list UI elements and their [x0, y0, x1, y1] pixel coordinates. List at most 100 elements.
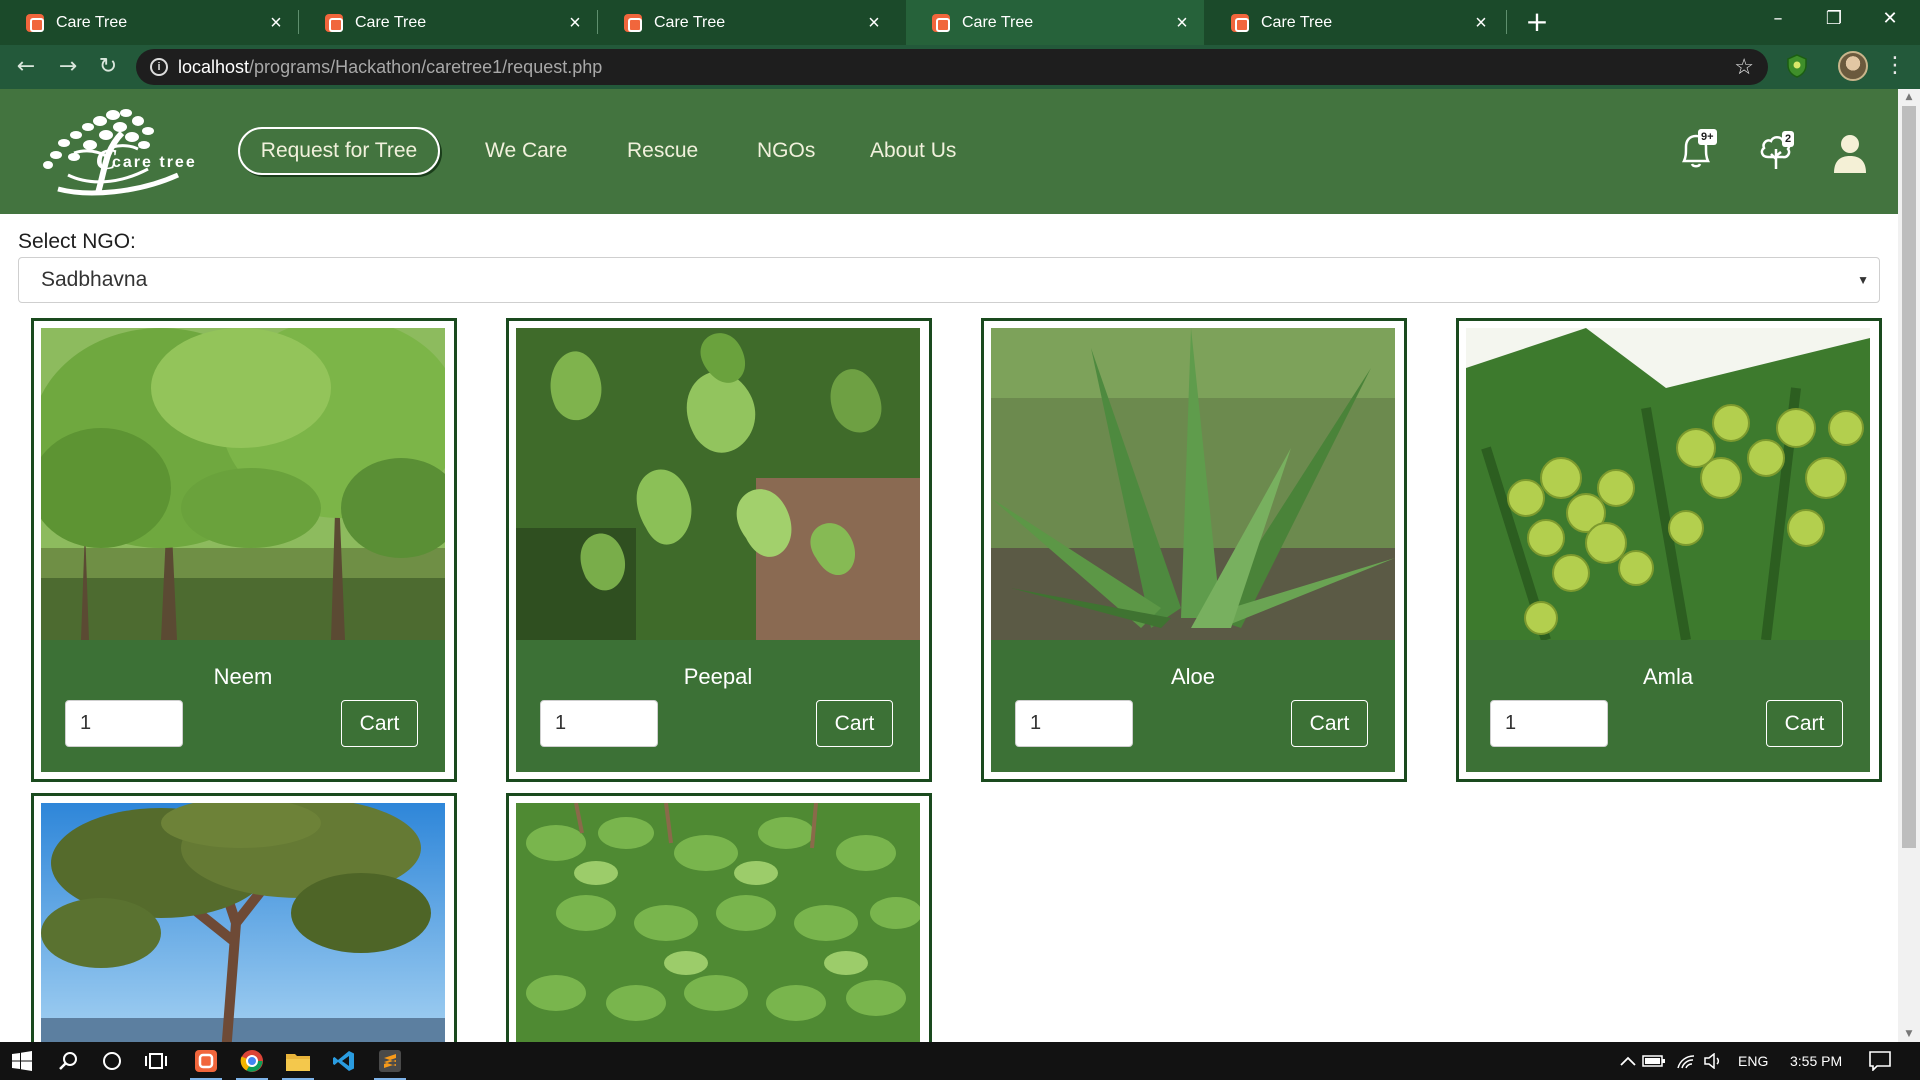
product-name: Peepal [683, 664, 753, 689]
nav-ngos[interactable]: NGOs [757, 137, 815, 165]
clock[interactable]: 3:55 PM [1790, 1042, 1842, 1080]
select-ngo-label: Select NGO: [18, 230, 136, 253]
windows-start-icon[interactable] [0, 1042, 44, 1080]
scrollbar-thumb[interactable] [1902, 106, 1916, 848]
close-tab-icon[interactable]: × [864, 13, 884, 33]
close-tab-icon[interactable]: × [1172, 13, 1192, 33]
ngo-select[interactable]: Sadbhavna ▼ [18, 257, 1880, 303]
xampp-taskbar-icon[interactable] [184, 1042, 228, 1080]
tab-title: Care Tree [56, 13, 128, 31]
profile-avatar[interactable] [1838, 51, 1868, 81]
browser-tab[interactable]: Care Tree × [0, 0, 298, 45]
new-tab-icon[interactable]: + [1520, 6, 1554, 40]
xampp-favicon-icon [325, 13, 343, 32]
tab-separator [1506, 10, 1507, 34]
input-language[interactable]: ENG [1738, 1042, 1768, 1080]
tab-title: Care Tree [654, 13, 726, 31]
product-name: Neem [213, 664, 273, 689]
peepal-tree-image [516, 328, 920, 640]
add-to-cart-button[interactable]: Cart [1766, 700, 1843, 747]
browser-toolbar: ← → ↻ i localhost/programs/Hackathon/car… [0, 45, 1920, 89]
close-window-icon[interactable]: ✕ [1860, 0, 1920, 40]
product-name: Amla [1642, 664, 1694, 689]
quantity-input[interactable]: 1 [1015, 700, 1133, 747]
eucalyptus-tree-image [41, 803, 445, 1053]
tree-cart-button[interactable]: 2 [1756, 129, 1800, 173]
nav-rescue[interactable]: Rescue [627, 137, 698, 165]
chevron-down-icon: ▼ [1857, 273, 1869, 287]
notifications-badge: 9+ [1698, 129, 1717, 145]
tree-cart-badge: 2 [1782, 131, 1795, 147]
product-card-footer: Neem 1 Cart [41, 640, 445, 772]
action-center-icon[interactable] [1858, 1042, 1902, 1080]
reload-icon[interactable]: ↻ [90, 49, 126, 85]
forward-icon[interactable]: → [50, 49, 86, 85]
task-view-icon[interactable] [134, 1042, 178, 1080]
tab-title: Care Tree [1261, 13, 1333, 31]
product-card-footer: Peepal 1 Cart [516, 640, 920, 772]
file-explorer-icon[interactable] [276, 1042, 320, 1080]
minimize-icon[interactable]: – [1748, 0, 1808, 40]
extension-shield-icon[interactable] [1784, 53, 1810, 79]
vscode-icon[interactable] [322, 1042, 366, 1080]
close-tab-icon[interactable]: × [266, 13, 286, 33]
nav-request-for-tree[interactable]: Request for Tree [238, 127, 440, 175]
product-card-tulsi [506, 793, 932, 1053]
product-card-eucalyptus [31, 793, 457, 1053]
browser-menu-icon[interactable]: ⋮ [1884, 50, 1906, 82]
neem-tree-image [41, 328, 445, 640]
add-to-cart-button[interactable]: Cart [341, 700, 418, 747]
ngo-selected-value: Sadbhavna [41, 268, 148, 291]
url-host: localhost [178, 57, 250, 77]
xampp-favicon-icon [932, 13, 950, 32]
xampp-favicon-icon [624, 13, 642, 32]
bookmark-star-icon[interactable]: ☆ [1734, 49, 1754, 85]
logo-text: care tree [112, 154, 197, 171]
windows-taskbar: ENG 3:55 PM [0, 1042, 1920, 1080]
search-icon[interactable] [46, 1042, 90, 1080]
nav-about-us[interactable]: About Us [870, 137, 956, 165]
cortana-icon[interactable] [90, 1042, 134, 1080]
browser-tab[interactable]: Care Tree × [598, 0, 896, 45]
xampp-favicon-icon [26, 13, 44, 32]
sublime-text-icon[interactable] [368, 1042, 412, 1080]
product-name: Aloe [1170, 664, 1216, 689]
close-tab-icon[interactable]: × [565, 13, 585, 33]
volume-icon[interactable] [1692, 1042, 1736, 1080]
browser-tab-active[interactable]: Care Tree × [906, 0, 1204, 45]
product-card-footer: Amla 1 Cart [1466, 640, 1870, 772]
quantity-input[interactable]: 1 [65, 700, 183, 747]
browser-tab[interactable]: Care Tree × [1205, 0, 1503, 45]
close-tab-icon[interactable]: × [1471, 13, 1491, 33]
tab-title: Care Tree [355, 13, 427, 31]
xampp-favicon-icon [1231, 13, 1249, 32]
add-to-cart-button[interactable]: Cart [1291, 700, 1368, 747]
chrome-taskbar-icon[interactable] [230, 1042, 274, 1080]
add-to-cart-button[interactable]: Cart [816, 700, 893, 747]
product-card-aloe: Aloe 1 Cart [981, 318, 1407, 782]
site-info-icon[interactable]: i [150, 58, 168, 76]
product-card-neem: Neem 1 Cart [31, 318, 457, 782]
scroll-down-icon[interactable]: ▼ [1898, 1026, 1920, 1042]
quantity-input[interactable]: 1 [1490, 700, 1608, 747]
tab-title: Care Tree [962, 13, 1034, 31]
scroll-up-icon[interactable]: ▲ [1898, 89, 1920, 105]
notifications-button[interactable]: 9+ [1676, 129, 1720, 173]
browser-tab[interactable]: Care Tree × [299, 0, 597, 45]
restore-icon[interactable]: ❐ [1804, 0, 1864, 40]
url-path: /programs/Hackathon/caretree1/request.ph… [249, 57, 603, 77]
quantity-input[interactable]: 1 [540, 700, 658, 747]
user-account-icon[interactable] [1832, 133, 1868, 173]
product-card-footer: Aloe 1 Cart [991, 640, 1395, 772]
site-header: C care tree Request for Tree We Care Res… [0, 89, 1898, 214]
tulsi-plant-image [516, 803, 920, 1053]
care-tree-logo[interactable]: C care tree [28, 105, 224, 197]
back-icon[interactable]: ← [8, 49, 44, 85]
address-bar[interactable]: i localhost/programs/Hackathon/caretree1… [136, 49, 1768, 85]
aloe-plant-image [991, 328, 1395, 640]
product-card-amla: Amla 1 Cart [1456, 318, 1882, 782]
amla-fruit-image [1466, 328, 1870, 640]
product-card-peepal: Peepal 1 Cart [506, 318, 932, 782]
nav-we-care[interactable]: We Care [485, 137, 567, 165]
browser-tab-strip: Care Tree × Care Tree × Care Tree × Care… [0, 0, 1920, 45]
